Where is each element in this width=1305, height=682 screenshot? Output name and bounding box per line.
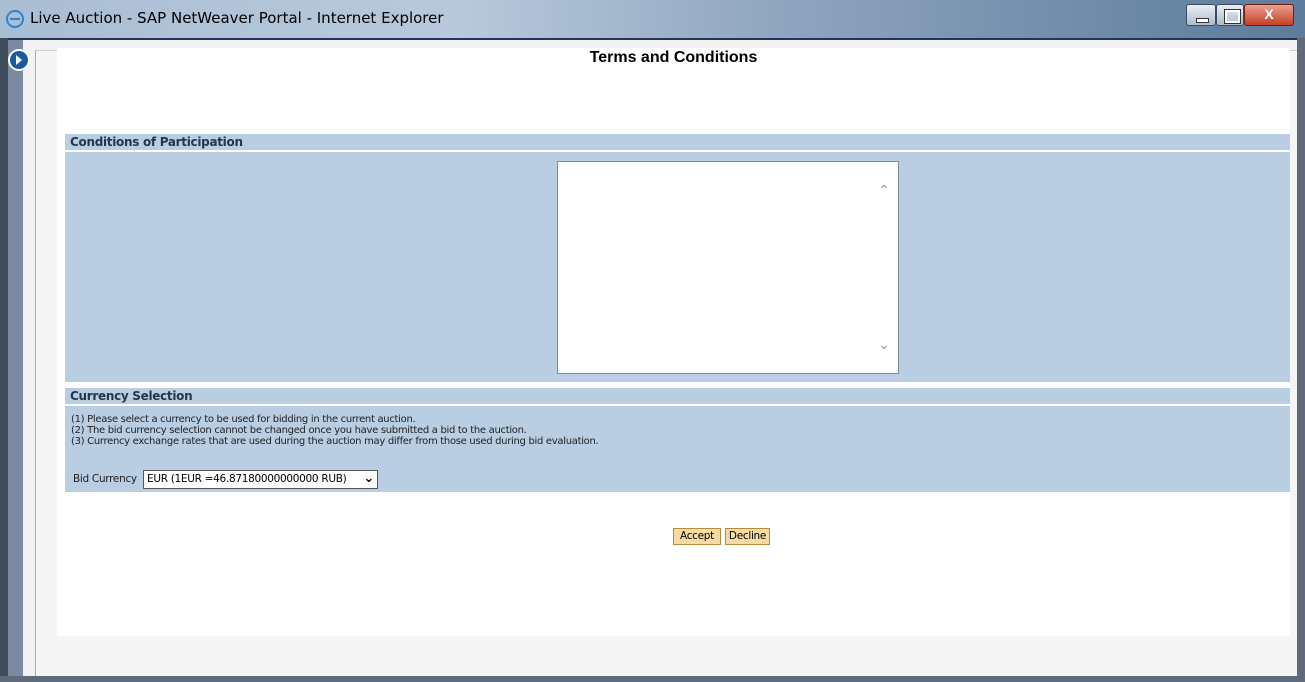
currency-section: (1) Please select a currency to be used … — [65, 405, 1290, 492]
window-title: Live Auction - SAP NetWeaver Portal - In… — [30, 9, 444, 27]
currency-notes: (1) Please select a currency to be used … — [71, 414, 599, 447]
page-title: Terms and Conditions — [589, 49, 758, 66]
nav-toggle-icon[interactable] — [8, 49, 30, 71]
conditions-textarea[interactable]: ⌃ ⌄ — [557, 161, 899, 374]
bid-currency-label: Bid Currency — [73, 473, 137, 485]
maximize-button[interactable] — [1216, 4, 1244, 26]
scroll-up-icon[interactable]: ⌃ — [878, 182, 890, 199]
minimize-button[interactable] — [1186, 4, 1216, 26]
scroll-down-icon[interactable]: ⌄ — [878, 336, 890, 353]
bid-currency-select[interactable]: EUR (1EUR =46.87180000000000 RUB) ⌄ — [143, 470, 378, 489]
maximize-icon — [1224, 9, 1241, 24]
currency-header: Currency Selection — [65, 388, 1290, 404]
ie-icon — [6, 10, 24, 28]
window-bottom-edge — [0, 676, 1305, 682]
decline-button[interactable]: Decline — [725, 528, 770, 545]
terms-page: Terms and Conditions Conditions of Parti… — [57, 48, 1290, 636]
currency-note: (2) The bid currency selection cannot be… — [71, 425, 527, 436]
left-strip — [8, 40, 23, 676]
window-right-edge — [1297, 38, 1305, 682]
bid-currency-value: EUR (1EUR =46.87180000000000 RUB) — [147, 473, 347, 485]
minimize-icon — [1196, 18, 1209, 23]
accept-button[interactable]: Accept — [673, 528, 721, 545]
conditions-header: Conditions of Participation — [65, 134, 1290, 150]
currency-note: (1) Please select a currency to be used … — [71, 414, 416, 425]
title-bar: Live Auction - SAP NetWeaver Portal - In… — [0, 0, 1305, 38]
chevron-down-icon: ⌄ — [363, 471, 374, 486]
currency-note: (3) Currency exchange rates that are use… — [71, 436, 599, 447]
conditions-section: ⌃ ⌄ — [65, 151, 1290, 382]
close-icon: X — [1264, 6, 1274, 22]
close-button[interactable]: X — [1244, 4, 1294, 26]
browser-window: Live Auction - SAP NetWeaver Portal - In… — [0, 0, 1305, 682]
